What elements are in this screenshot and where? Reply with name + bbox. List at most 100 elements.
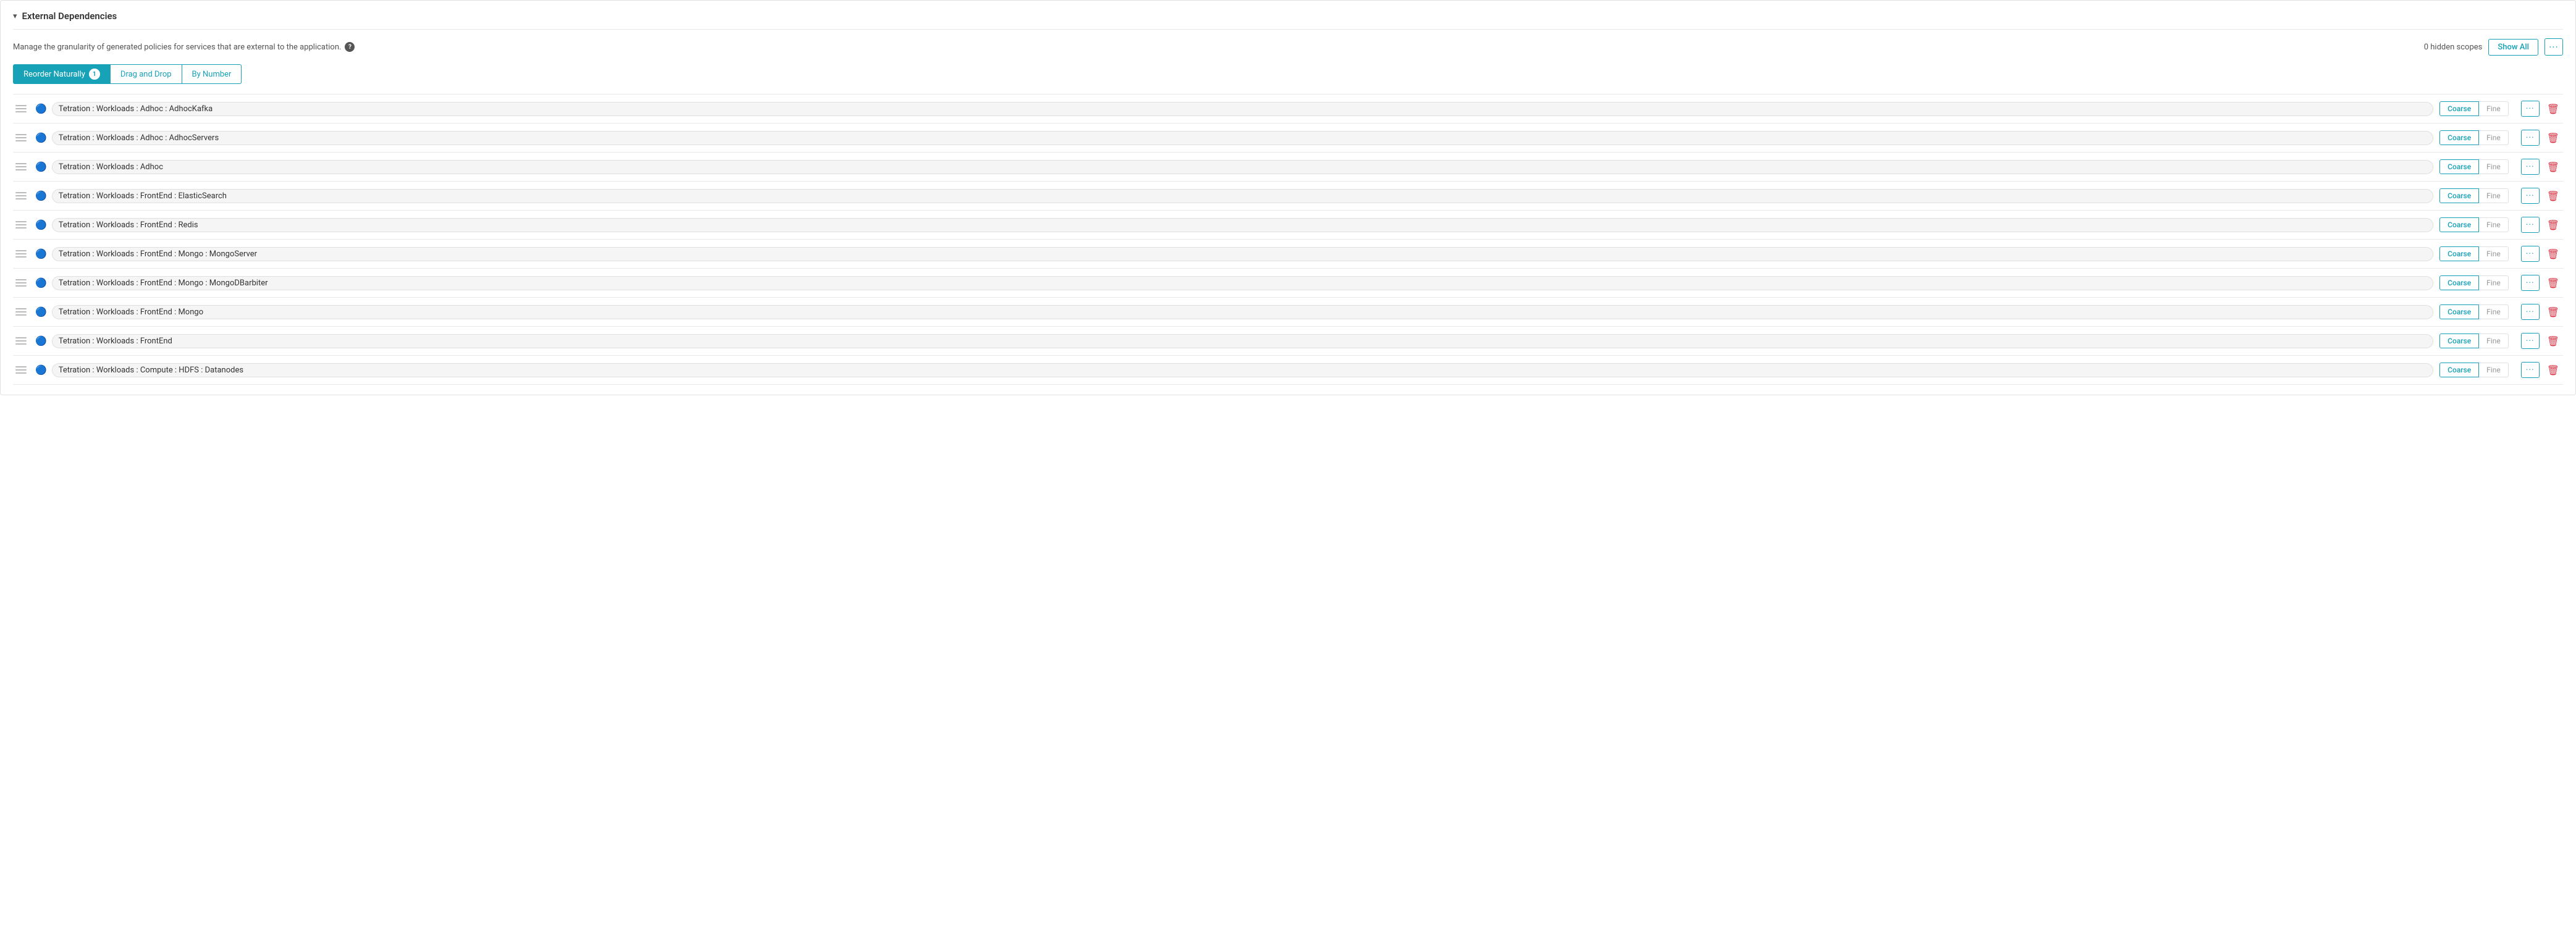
scope-label: Tetration : Workloads : Adhoc : AdhocSer…	[52, 131, 2433, 145]
drag-handle[interactable]	[13, 220, 29, 230]
granularity-controls: Coarse Fine	[2439, 130, 2509, 145]
coarse-button[interactable]: Coarse	[2439, 363, 2479, 377]
item-more-button[interactable]: ···	[2521, 246, 2540, 262]
scope-icon: 🔵	[35, 277, 47, 288]
item-label-wrapper: 🔵 Tetration : Workloads : FrontEnd : Mon…	[35, 247, 2433, 261]
scope-label: Tetration : Workloads : FrontEnd	[52, 334, 2433, 348]
fine-button[interactable]: Fine	[2479, 363, 2509, 377]
drag-handle[interactable]	[13, 133, 29, 143]
tab-reorder-label: Reorder Naturally	[23, 70, 85, 79]
show-all-button[interactable]: Show All	[2488, 39, 2538, 56]
tabs-row: Reorder Naturally 1 Drag and Drop By Num…	[13, 64, 2563, 84]
fine-button[interactable]: Fine	[2479, 333, 2509, 348]
scope-icon: 🔵	[35, 132, 47, 143]
list-item: 🔵 Tetration : Workloads : Adhoc : AdhocS…	[13, 124, 2563, 153]
header-more-button[interactable]: ···	[2544, 38, 2563, 56]
delete-button[interactable]: 🗑	[2543, 189, 2563, 203]
list-item: 🔵 Tetration : Workloads : FrontEnd : Ela…	[13, 182, 2563, 211]
delete-button[interactable]: 🗑	[2543, 276, 2563, 290]
item-label-wrapper: 🔵 Tetration : Workloads : FrontEnd : Ela…	[35, 189, 2433, 203]
granularity-controls: Coarse Fine	[2439, 333, 2509, 348]
list-item: 🔵 Tetration : Workloads : FrontEnd : Mon…	[13, 240, 2563, 269]
hidden-scopes-text: 0 hidden scopes	[2424, 43, 2483, 52]
description-row: Manage the granularity of generated poli…	[13, 38, 2563, 56]
item-more-button[interactable]: ···	[2521, 217, 2540, 233]
delete-button[interactable]: 🗑	[2543, 102, 2563, 116]
scope-label: Tetration : Workloads : Adhoc : AdhocKaf…	[52, 102, 2433, 116]
fine-button[interactable]: Fine	[2479, 130, 2509, 145]
fine-button[interactable]: Fine	[2479, 246, 2509, 261]
delete-button[interactable]: 🗑	[2543, 160, 2563, 174]
item-label-wrapper: 🔵 Tetration : Workloads : Adhoc	[35, 160, 2433, 174]
scope-label: Tetration : Workloads : FrontEnd : Redis	[52, 218, 2433, 232]
granularity-controls: Coarse Fine	[2439, 101, 2509, 116]
list-item: 🔵 Tetration : Workloads : FrontEnd : Red…	[13, 211, 2563, 240]
scope-icon: 🔵	[35, 219, 47, 230]
drag-handle[interactable]	[13, 162, 29, 172]
tab-reorder-naturally[interactable]: Reorder Naturally 1	[13, 64, 110, 84]
delete-button[interactable]: 🗑	[2543, 247, 2563, 261]
drag-handle[interactable]	[13, 191, 29, 201]
tab-drag-and-drop[interactable]: Drag and Drop	[110, 64, 182, 84]
drag-handle[interactable]	[13, 278, 29, 288]
coarse-button[interactable]: Coarse	[2439, 246, 2479, 261]
granularity-controls: Coarse Fine	[2439, 159, 2509, 174]
fine-button[interactable]: Fine	[2479, 304, 2509, 319]
external-dependencies-panel: ▾ External Dependencies Manage the granu…	[0, 0, 2576, 395]
list-item: 🔵 Tetration : Workloads : Adhoc : AdhocK…	[13, 94, 2563, 124]
item-more-button[interactable]: ···	[2521, 159, 2540, 175]
drag-handle[interactable]	[13, 336, 29, 346]
item-label-wrapper: 🔵 Tetration : Workloads : FrontEnd	[35, 334, 2433, 348]
granularity-controls: Coarse Fine	[2439, 246, 2509, 261]
items-list: 🔵 Tetration : Workloads : Adhoc : AdhocK…	[13, 94, 2563, 385]
drag-handle[interactable]	[13, 104, 29, 114]
section-title: External Dependencies	[22, 10, 117, 22]
coarse-button[interactable]: Coarse	[2439, 275, 2479, 290]
fine-button[interactable]: Fine	[2479, 159, 2509, 174]
delete-button[interactable]: 🗑	[2543, 334, 2563, 348]
delete-button[interactable]: 🗑	[2543, 218, 2563, 232]
fine-button[interactable]: Fine	[2479, 217, 2509, 232]
item-actions: ··· 🗑	[2521, 101, 2563, 117]
scope-icon: 🔵	[35, 103, 47, 114]
fine-button[interactable]: Fine	[2479, 275, 2509, 290]
list-item: 🔵 Tetration : Workloads : FrontEnd Coars…	[13, 327, 2563, 356]
tab-by-number[interactable]: By Number	[182, 64, 242, 84]
item-more-button[interactable]: ···	[2521, 333, 2540, 349]
coarse-button[interactable]: Coarse	[2439, 304, 2479, 319]
item-actions: ··· 🗑	[2521, 188, 2563, 204]
drag-handle[interactable]	[13, 307, 29, 317]
item-actions: ··· 🗑	[2521, 130, 2563, 146]
list-item: 🔵 Tetration : Workloads : Compute : HDFS…	[13, 356, 2563, 385]
drag-handle[interactable]	[13, 365, 29, 375]
coarse-button[interactable]: Coarse	[2439, 217, 2479, 232]
delete-button[interactable]: 🗑	[2543, 131, 2563, 145]
fine-button[interactable]: Fine	[2479, 188, 2509, 203]
item-more-button[interactable]: ···	[2521, 304, 2540, 320]
list-item: 🔵 Tetration : Workloads : FrontEnd : Mon…	[13, 298, 2563, 327]
scope-label: Tetration : Workloads : Compute : HDFS :…	[52, 363, 2433, 377]
right-controls: 0 hidden scopes Show All ···	[2424, 38, 2563, 56]
drag-handle[interactable]	[13, 249, 29, 259]
fine-button[interactable]: Fine	[2479, 101, 2509, 116]
scope-icon: 🔵	[35, 335, 47, 346]
item-more-button[interactable]: ···	[2521, 188, 2540, 204]
delete-button[interactable]: 🗑	[2543, 305, 2563, 319]
coarse-button[interactable]: Coarse	[2439, 101, 2479, 116]
scope-label: Tetration : Workloads : Adhoc	[52, 160, 2433, 174]
delete-button[interactable]: 🗑	[2543, 363, 2563, 377]
collapse-icon[interactable]: ▾	[13, 12, 17, 21]
scope-icon: 🔵	[35, 306, 47, 317]
help-icon[interactable]: ?	[345, 42, 355, 52]
coarse-button[interactable]: Coarse	[2439, 333, 2479, 348]
tab-number-label: By Number	[192, 70, 232, 79]
item-more-button[interactable]: ···	[2521, 362, 2540, 378]
item-more-button[interactable]: ···	[2521, 275, 2540, 291]
item-more-button[interactable]: ···	[2521, 101, 2540, 117]
coarse-button[interactable]: Coarse	[2439, 159, 2479, 174]
coarse-button[interactable]: Coarse	[2439, 130, 2479, 145]
item-more-button[interactable]: ···	[2521, 130, 2540, 146]
coarse-button[interactable]: Coarse	[2439, 188, 2479, 203]
item-actions: ··· 🗑	[2521, 217, 2563, 233]
item-label-wrapper: 🔵 Tetration : Workloads : Adhoc : AdhocS…	[35, 131, 2433, 145]
